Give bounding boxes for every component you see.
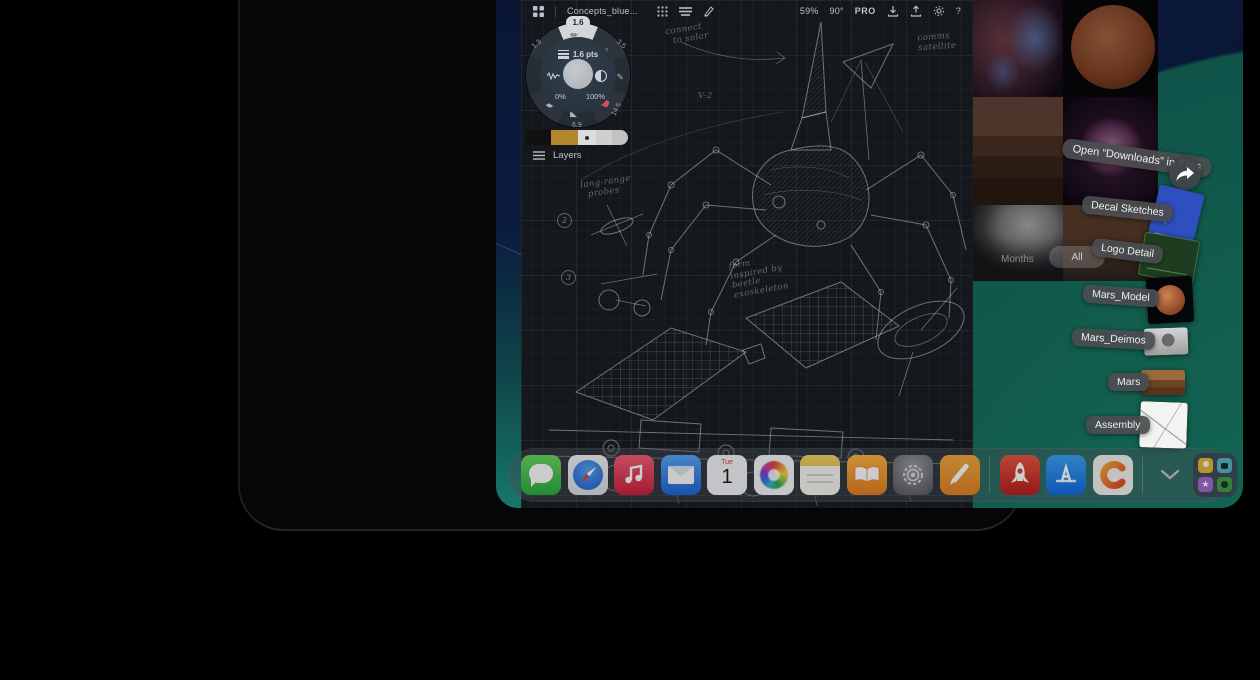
library-mini-clock-icon <box>1217 477 1232 492</box>
annotation-comms-satellite: comms satellite <box>917 32 956 54</box>
ipad-device-frame: connect to solar comms satellite V-2 lon… <box>238 0 1022 531</box>
smoothing-waveform-icon[interactable] <box>547 71 561 81</box>
dot-grid-icon[interactable] <box>657 6 668 17</box>
library-mini-camera-icon <box>1217 458 1232 473</box>
calendar-day: 1 <box>707 466 747 489</box>
rocket-glyph <box>1008 462 1032 488</box>
speech-bubble-glyph <box>529 464 553 483</box>
annotation-version: V-2 <box>698 92 713 102</box>
help-icon[interactable]: ? <box>956 6 961 16</box>
concepts-c-glyph <box>1098 460 1128 490</box>
swatch-light-gray[interactable] <box>578 130 596 145</box>
appstore-a-glyph <box>1053 462 1079 488</box>
dock-app-mail-icon[interactable] <box>661 455 701 495</box>
drag-label-assembly[interactable]: Assembly <box>1086 416 1150 434</box>
notes-line <box>807 481 833 483</box>
compass-glyph <box>573 460 603 490</box>
swatch-gold[interactable] <box>551 130 578 145</box>
opacity-max-label: 100% <box>586 92 605 101</box>
swatch-mid-gray[interactable] <box>612 130 628 145</box>
tool-settings-disc[interactable]: 1.6 pts 0% 100% <box>540 37 616 113</box>
layers-label: Layers <box>553 150 582 161</box>
concepts-app-window[interactable]: connect to solar comms satellite V-2 lon… <box>521 0 973 508</box>
gear-glyph <box>899 461 927 489</box>
calendar-weekday: Tue <box>707 459 747 466</box>
dock-divider <box>1142 457 1143 493</box>
music-note-glyph <box>623 464 645 486</box>
dock-app-rocket-icon[interactable] <box>1000 455 1040 495</box>
concepts-toolbar-left: Concepts_blue... <box>533 0 715 22</box>
opacity-min-label: 0% <box>555 92 566 101</box>
dock-app-notes-icon[interactable] <box>800 455 840 495</box>
line-weight-icon <box>558 50 569 59</box>
dock-app-messages-icon[interactable] <box>521 455 561 495</box>
notes-line <box>807 474 833 476</box>
dock-app-safari-icon[interactable] <box>568 455 608 495</box>
pen-tool-icon[interactable] <box>703 5 715 17</box>
tab-months[interactable]: Months <box>1001 254 1034 265</box>
dock-app-appstore-icon[interactable] <box>1046 455 1086 495</box>
dock-app-pages-icon[interactable] <box>940 455 980 495</box>
swatch-gray[interactable] <box>596 130 612 145</box>
brush-tool-wheel[interactable]: 1.3 3.5 14.5 6.9 ~ ✎ ✎ ✐ ▰ ◣ 1.6 1.6 pts <box>526 23 630 127</box>
opacity-contrast-icon[interactable] <box>595 70 607 82</box>
layers-panel-header[interactable]: Layers <box>533 150 582 161</box>
export-share-icon[interactable] <box>910 5 922 17</box>
dock-divider <box>989 457 990 493</box>
zoom-level[interactable]: 59% <box>800 6 819 16</box>
workspace-grid-icon[interactable] <box>533 6 544 17</box>
toolbar-divider <box>555 6 556 17</box>
dock-app-books-icon[interactable] <box>847 455 887 495</box>
notes-header-band <box>800 455 840 466</box>
ipad-screen: connect to solar comms satellite V-2 lon… <box>496 0 1243 508</box>
swatch-black[interactable] <box>526 130 551 145</box>
dock-collapse-chevron[interactable] <box>1153 455 1187 495</box>
hamburger-icon <box>533 151 545 160</box>
settings-gear-icon[interactable] <box>933 5 945 17</box>
import-icon[interactable] <box>887 5 899 17</box>
stroke-size-row: 1.6 pts <box>540 50 616 59</box>
color-palette-bar[interactable] <box>526 130 628 145</box>
dock-app-library-icon[interactable]: ★ <box>1193 453 1237 497</box>
document-title[interactable]: Concepts_blue... <box>567 6 638 16</box>
drag-forward-badge <box>1169 158 1201 190</box>
annotation-number-2: 2 <box>557 213 572 228</box>
library-mini-bulb-icon <box>1198 458 1213 473</box>
stroke-size-value: 1.6 pts <box>573 50 598 59</box>
layers-list-icon[interactable] <box>679 6 692 17</box>
wallpaper-left-edge <box>496 0 521 508</box>
active-tool-size-pill[interactable]: 1.6 <box>566 16 590 29</box>
pen-glyph <box>951 463 969 483</box>
dock-app-photos-icon[interactable] <box>754 455 794 495</box>
open-book-glyph <box>854 466 880 484</box>
dock-app-settings-icon[interactable] <box>893 455 933 495</box>
dock-app-calendar-icon[interactable]: Tue 1 <box>707 455 747 495</box>
ring-tool-size-4: 6.9 <box>572 122 582 129</box>
library-mini-star-icon: ★ <box>1198 477 1213 492</box>
chevron-down-icon <box>1161 470 1179 480</box>
forward-arrow-icon <box>1175 166 1195 182</box>
photos-flower-glyph <box>760 461 788 489</box>
concepts-toolbar-right: 59% 90° PRO ? <box>800 0 961 22</box>
pro-badge[interactable]: PRO <box>855 6 876 16</box>
dock-app-music-icon[interactable] <box>614 455 654 495</box>
envelope-glyph <box>668 466 694 484</box>
dock: Tue 1 <box>508 448 1233 502</box>
annotation-number-3: 3 <box>561 270 576 285</box>
drag-label-mars[interactable]: Mars <box>1108 373 1149 391</box>
canvas-rotation[interactable]: 90° <box>830 6 844 16</box>
color-preview-knob[interactable] <box>563 59 593 89</box>
selected-swatch-dot <box>585 136 589 140</box>
dock-app-concepts-icon[interactable] <box>1093 455 1133 495</box>
